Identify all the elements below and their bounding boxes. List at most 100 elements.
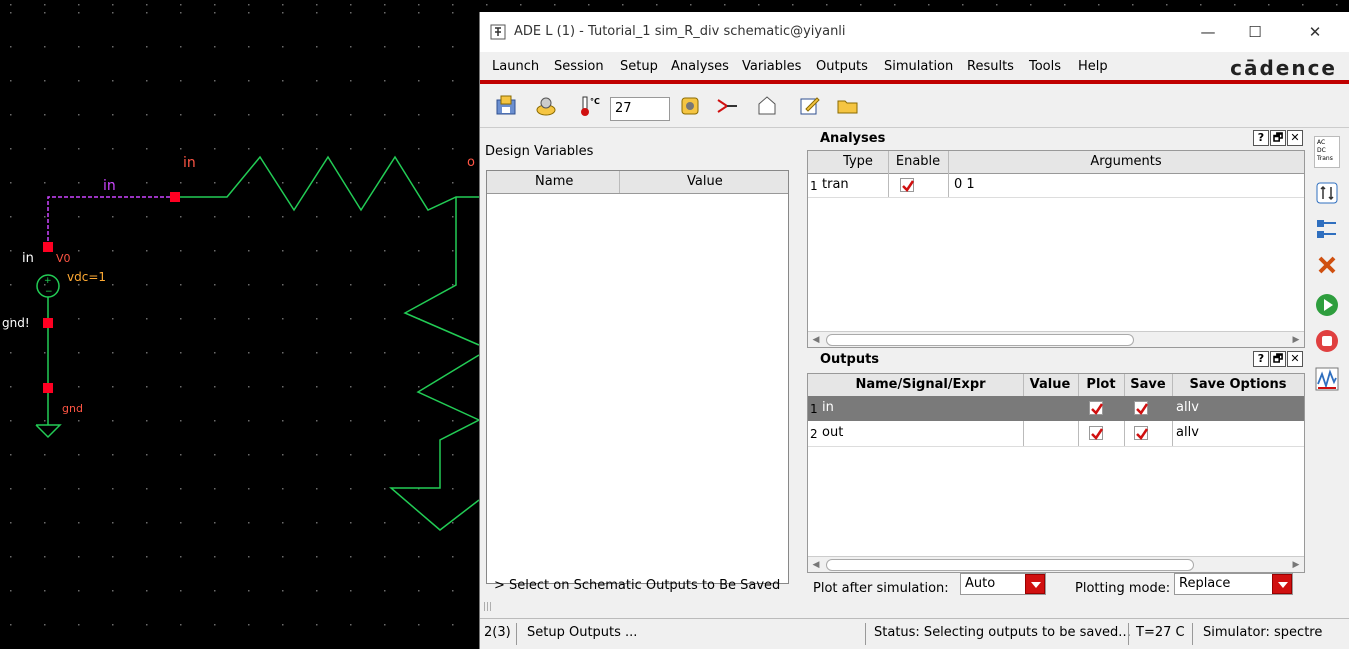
save-state-icon[interactable] (494, 94, 518, 118)
setup-stimuli-icon[interactable] (678, 94, 702, 118)
scroll-thumb[interactable] (826, 559, 1194, 571)
help-icon[interactable]: ? (1253, 130, 1269, 146)
wire-in-highlight[interactable] (47, 196, 175, 247)
pin-gnd-bottom[interactable] (43, 383, 53, 393)
analyses-dock-header: Analyses ? 🗗 ✕ (807, 128, 1305, 150)
run-simulation-icon[interactable] (1314, 292, 1340, 318)
grid-dot (78, 590, 80, 592)
menu-analyses[interactable]: Analyses (671, 59, 729, 74)
wire-in[interactable] (175, 155, 479, 212)
scroll-thumb[interactable] (826, 334, 1134, 346)
analyses-table[interactable]: Type Enable Arguments 1 tran 0 1 ◀ ▶ (807, 150, 1305, 348)
resistor-r1[interactable] (403, 197, 480, 346)
netlist-icon[interactable] (755, 94, 779, 118)
save-checkbox[interactable] (1134, 426, 1149, 440)
chevron-down-icon[interactable] (1025, 574, 1045, 594)
column-header-name-signal-expr[interactable]: Name/Signal/Expr (818, 377, 1023, 392)
load-state-icon[interactable] (534, 94, 558, 118)
save-options-cell[interactable]: allv (1176, 400, 1199, 415)
choose-analysis-icon[interactable]: AC DC Trans (1314, 136, 1340, 168)
grid-dot (180, 488, 182, 490)
grid-dot (316, 522, 318, 524)
maximize-button[interactable]: ☐ (1240, 20, 1270, 44)
plotting-mode-select[interactable]: Replace (1174, 573, 1293, 595)
scroll-left-icon[interactable]: ◀ (810, 334, 822, 346)
output-name-cell[interactable]: out (822, 425, 843, 440)
resize-grip[interactable]: ||| (483, 602, 492, 612)
minimize-button[interactable]: — (1193, 20, 1223, 44)
chevron-down-icon[interactable] (1272, 574, 1292, 594)
save-options-cell[interactable]: allv (1176, 425, 1199, 440)
analyses-hscrollbar[interactable]: ◀ ▶ (808, 331, 1304, 347)
help-icon[interactable]: ? (1253, 351, 1269, 367)
menu-variables[interactable]: Variables (742, 59, 801, 74)
outputs-hscrollbar[interactable]: ◀ ▶ (808, 556, 1304, 572)
scroll-right-icon[interactable]: ▶ (1290, 559, 1302, 571)
edit-variables-icon[interactable] (1314, 180, 1340, 206)
column-header-value[interactable]: Value (687, 174, 723, 189)
design-variables-table[interactable]: Name Value (486, 170, 789, 584)
close-icon[interactable]: ✕ (1287, 351, 1303, 367)
analysis-arguments-cell[interactable]: 0 1 (954, 177, 975, 192)
grid-dot (78, 284, 80, 286)
grid-dot (10, 386, 12, 388)
scroll-left-icon[interactable]: ◀ (810, 559, 822, 571)
grid-dot (78, 114, 80, 116)
analysis-type-cell[interactable]: tran (822, 177, 849, 192)
table-row[interactable]: 2 out allv (808, 421, 1304, 447)
resistor-r2[interactable] (388, 354, 481, 531)
grid-dot (350, 624, 352, 626)
plot-checkbox[interactable] (1089, 426, 1104, 440)
grid-dot (112, 352, 114, 354)
grid-dot (44, 114, 46, 116)
plot-outputs-icon[interactable] (1314, 366, 1340, 392)
grid-dot (690, 4, 692, 6)
grid-dot (10, 12, 12, 14)
column-header-arguments[interactable]: Arguments (948, 154, 1304, 169)
output-name-cell[interactable]: in (822, 400, 834, 415)
column-header-type[interactable]: Type (838, 154, 878, 169)
save-checkbox[interactable] (1134, 401, 1149, 415)
stop-simulation-icon[interactable] (1314, 328, 1340, 354)
plot-after-simulation-select[interactable]: Auto (960, 573, 1046, 595)
table-row[interactable]: 1 tran 0 1 (808, 173, 1304, 198)
column-header-save-options[interactable]: Save Options (1172, 377, 1304, 392)
column-header-value[interactable]: Value (1023, 377, 1077, 392)
edit-notes-icon[interactable] (798, 94, 822, 118)
setup-outputs-icon[interactable] (1314, 216, 1340, 242)
column-header-save[interactable]: Save (1124, 377, 1172, 392)
title-bar[interactable]: ADE L (1) - Tutorial_1 sim_R_div schemat… (480, 12, 1349, 52)
grid-dot (282, 454, 284, 456)
float-icon[interactable]: 🗗 (1270, 130, 1286, 146)
pin-in-node[interactable] (170, 192, 180, 202)
temperature-input[interactable]: 27 (610, 97, 670, 121)
open-folder-icon[interactable] (836, 94, 860, 118)
menu-outputs[interactable]: Outputs (816, 59, 868, 74)
menu-help[interactable]: Help (1078, 59, 1108, 74)
pin-source-top[interactable] (43, 242, 53, 252)
delete-icon[interactable] (1314, 252, 1340, 278)
float-icon[interactable]: 🗗 (1270, 351, 1286, 367)
menu-tools[interactable]: Tools (1029, 59, 1061, 74)
column-header-enable[interactable]: Enable (893, 154, 943, 169)
outputs-table[interactable]: Name/Signal/Expr Value Plot Save Save Op… (807, 373, 1305, 573)
status-count: 2(3) (484, 625, 511, 640)
grid-dot (452, 46, 454, 48)
menu-setup[interactable]: Setup (620, 59, 658, 74)
scroll-right-icon[interactable]: ▶ (1290, 334, 1302, 346)
probe-icon[interactable] (715, 94, 739, 118)
menu-simulation[interactable]: Simulation (884, 59, 953, 74)
menu-results[interactable]: Results (967, 59, 1014, 74)
close-icon[interactable]: ✕ (1287, 130, 1303, 146)
pin-label-in: in (22, 251, 34, 266)
column-header-name[interactable]: Name (535, 174, 573, 189)
table-row[interactable]: 1 in allv (808, 396, 1304, 421)
plot-checkbox[interactable] (1089, 401, 1104, 415)
pin-gnd-net[interactable] (43, 318, 53, 328)
gnd-symbol[interactable] (35, 424, 62, 439)
close-button[interactable]: ✕ (1300, 20, 1330, 44)
column-header-plot[interactable]: Plot (1078, 377, 1124, 392)
menu-launch[interactable]: Launch (492, 59, 539, 74)
menu-session[interactable]: Session (554, 59, 604, 74)
enable-checkbox[interactable] (900, 178, 915, 192)
